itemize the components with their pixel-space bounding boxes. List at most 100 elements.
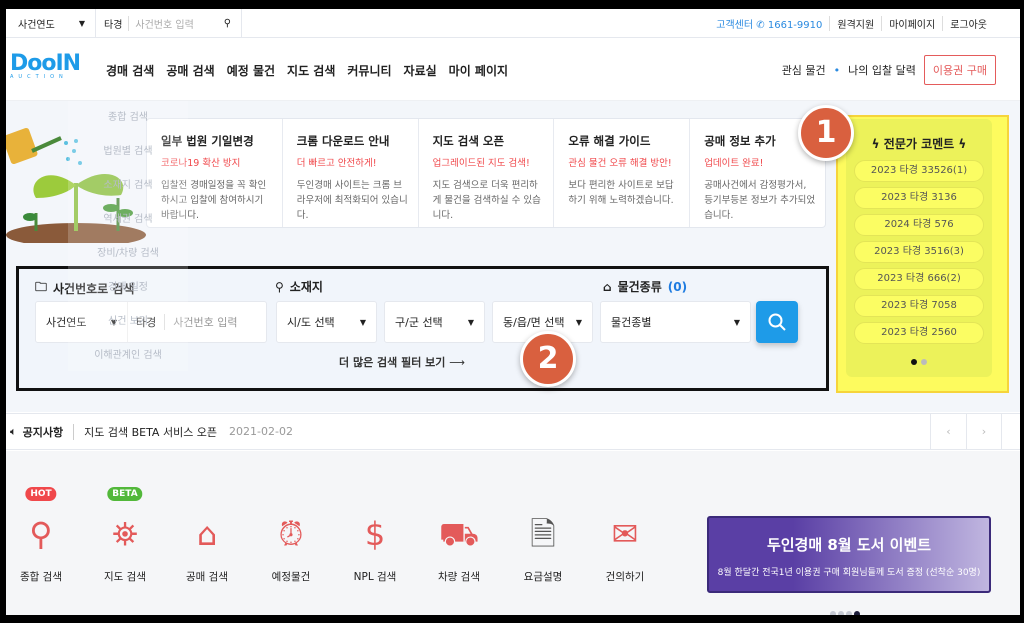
bid-calendar-link[interactable]: 나의 입찰 달력 [848,62,916,78]
notice-text[interactable]: 지도 검색 BETA 서비스 오픈 [84,424,217,440]
ghost-menu-item[interactable]: 장비/차량 검색 [68,237,188,271]
nav-item[interactable]: 마이 페이지 [449,62,508,79]
quick-item-npl[interactable]: $ NPL 검색 [340,491,410,584]
hero: 일부 법원 기일변경 코로나19 확산 방지 입찰전 경매일정을 꼭 확인하시고 입… [6,101,1020,412]
notice-card[interactable]: 지도 검색 오픈 업그레이드된 지도 검색! 지도 검색으로 더욱 편리하게 물건을… [419,119,555,227]
case-number-input[interactable]: 사건번호 입력 [129,16,213,31]
page-dot[interactable] [921,359,927,365]
nav-item[interactable]: 예정 물건 [227,62,275,79]
prev-arrow-icon[interactable]: ‹ [930,414,966,450]
quick-item-suggestion[interactable]: ✉ 건의하기 [590,491,660,584]
phone-number: 1661-9910 [767,20,823,31]
card-body: 지도 검색으로 더욱 편리하게 물건을 검색하실 수 있습니다. [432,180,541,221]
expert-comment-panel: ϟ 전문가 코멘트 ϟ 2023 타경 33526(1) 2023 타경 313… [846,119,992,377]
separator-dot: • [833,63,841,77]
search-icon[interactable]: ⚲ [213,18,241,29]
card-body: 두인경매 사이트는 크롬 브라우저에 최적화되어 있습니다. [296,180,408,221]
notice-label: 공지사항 [17,423,75,440]
ghost-dropdown-menu: 종합 검색 법원별 검색 소재지 검색 역세권 검색 장비/차량 검색 경매 일… [68,101,188,371]
ghost-menu-item[interactable]: 신건 보기 [68,305,188,339]
interest-items-link[interactable]: 관심 물건 [782,62,826,78]
page-dot[interactable] [838,611,844,615]
expert-case-item[interactable]: 2023 타경 3516(3) [854,241,984,263]
caret-down-icon: ▼ [575,317,582,327]
customer-center[interactable]: 고객센터 ✆ 1661-9910 [709,16,829,31]
quick-item-scheduled[interactable]: ⏰︎ 예정물건 [256,491,326,584]
expert-comment-title: 전문가 코멘트 [883,137,955,151]
nav-item[interactable]: 커뮤니티 [347,62,391,79]
mypage-link[interactable]: 마이페이지 [881,16,942,31]
banner-pagination [829,602,861,615]
buy-pass-button[interactable]: 이용권 구매 [923,55,996,85]
quick-item-label: 요금설명 [523,571,563,583]
quick-item-label: 차량 검색 [438,571,480,583]
car-icon: ⛟ [438,515,480,553]
quick-item-label: NPL 검색 [353,571,397,583]
lightning-icon: ϟ [871,137,880,151]
nav-item[interactable]: 자료실 [404,62,437,79]
logo[interactable]: DooIN AUCTION [10,51,81,80]
expert-case-item[interactable]: 2023 타경 3136 [854,187,984,209]
caret-down-icon: ▼ [733,317,740,327]
ghost-menu-item[interactable]: 법원별 검색 [68,135,188,169]
card-body: 보다 편리한 사이트로 보답하기 위해 노력하겠습니다. [568,180,674,206]
quick-case-search: 사건연도 ▼ 타경 사건번호 입력 ⚲ [6,9,243,38]
page-dot[interactable] [911,359,917,365]
more-filters-link[interactable]: 더 많은 검색 필터 보기 ⟶ [339,354,465,370]
sido-select[interactable]: 시/도 선택 ▼ [276,301,377,343]
nav-item[interactable]: 경매 검색 [106,62,154,79]
notice-date: 2021-02-02 [229,425,293,438]
quick-item-label: 건의하기 [605,571,645,583]
ghost-menu-item[interactable]: 경매 일정 [68,271,188,305]
nav-item[interactable]: 공매 검색 [166,62,214,79]
quick-item-pricing[interactable]: 🗎 요금설명 [508,491,578,584]
year-select[interactable]: 사건연도 ▼ [6,9,96,38]
quick-menu-section: HOT ⚲ 종합 검색 BETA ⛯ 지도 검색 ⌂ 공매 검색 ⏰︎ 예정물건 $ NPL … [6,451,1020,615]
notice-card[interactable]: 오류 해결 가이드 관심 물건 오류 해결 방안! 보다 편리한 사이트로 보답하기… [554,119,691,227]
expert-case-item[interactable]: 2023 타경 7058 [854,295,984,317]
quick-item-map-search[interactable]: BETA ⛯ 지도 검색 [90,487,160,584]
quick-item-label: 공매 검색 [186,571,228,583]
page-dot[interactable] [846,611,852,615]
next-arrow-icon[interactable]: › [966,414,1002,450]
main-nav: DooIN AUCTION 경매 검색 공매 검색 예정 물건 지도 검색 커뮤니… [6,39,1020,101]
phone-icon: ✆ [756,20,765,31]
ghost-menu-item[interactable]: 이해관계인 검색 [68,339,188,373]
page-dot[interactable] [854,611,860,615]
more-filters-label: 더 많은 검색 필터 보기 [339,356,446,369]
expert-pagination [846,350,992,369]
ghost-menu-item[interactable]: 소재지 검색 [68,169,188,203]
quick-item-public-auction[interactable]: ⌂ 공매 검색 [172,491,242,584]
card-subtitle: 더 빠르고 안전하게! [296,158,377,169]
quick-item-car[interactable]: ⛟ 차량 검색 [424,491,494,584]
search-icon [768,313,786,331]
page-dot[interactable] [830,611,836,615]
quick-item-label: 지도 검색 [104,571,146,583]
ghost-menu-item[interactable]: 종합 검색 [68,101,188,135]
quick-item-all-search[interactable]: HOT ⚲ 종합 검색 [6,487,76,584]
quick-item-label: 종합 검색 [20,571,62,583]
gugun-select[interactable]: 구/군 선택 ▼ [384,301,485,343]
caret-down-icon: ▼ [359,317,366,327]
quick-item-label: 예정물건 [271,571,311,583]
location-title: 소재지 [289,280,323,294]
remote-support-link[interactable]: 원격지원 [829,16,881,31]
nav-item[interactable]: 지도 검색 [287,62,335,79]
notice-cards: 일부 법원 기일변경 코로나19 확산 방지 입찰전 경매일정을 꼭 확인하시고 입… [146,118,826,228]
logout-link[interactable]: 로그아웃 [942,16,994,31]
property-type-select[interactable]: 물건종별 ▼ [600,301,751,343]
expert-case-item[interactable]: 2023 타경 2560 [854,322,984,344]
card-subtitle: 관심 물건 오류 해결 방안! [568,158,672,169]
dong-value: 동/읍/면 선택 [503,316,565,329]
folder-icon: 🗀 [35,280,48,294]
event-banner[interactable]: 두인경매 8월 도서 이벤트 8월 한달간 전국1년 이용권 구매 회원님들께 도… [707,516,991,593]
expert-case-item[interactable]: 2023 타경 33526(1) [854,160,984,182]
arrow-right-icon: ⟶ [449,356,466,369]
card-subtitle: 업데이트 완료! [704,158,764,169]
annotation-marker-1: 1 [798,105,854,161]
expert-case-item[interactable]: 2024 타경 576 [854,214,984,236]
expert-case-item[interactable]: 2023 타경 666(2) [854,268,984,290]
notice-card[interactable]: 크롬 다운로드 안내 더 빠르고 안전하게! 두인경매 사이트는 크롬 브라우저에 … [283,119,419,227]
ghost-menu-item[interactable]: 역세권 검색 [68,203,188,237]
search-button[interactable] [756,301,798,343]
